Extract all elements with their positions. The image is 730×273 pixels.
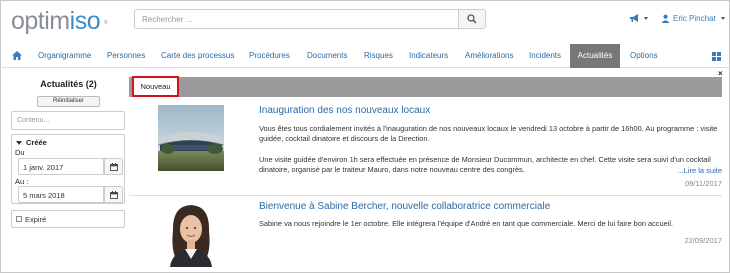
chevron-down-icon — [720, 17, 725, 20]
header: optimiso ® Rechercher ... Eric Pinchat — [2, 2, 729, 40]
nav-ameliorations[interactable]: Améliorations — [465, 44, 513, 68]
nav-procedures[interactable]: Procédures — [249, 44, 290, 68]
news-item: Inauguration des nos nouveaux locaux Vou… — [129, 105, 722, 191]
calendar-icon — [109, 162, 118, 171]
to-calendar-button[interactable] — [104, 186, 123, 203]
created-section-toggle[interactable]: Créée — [16, 138, 47, 147]
logo[interactable]: optimiso ® — [11, 7, 108, 35]
user-icon — [661, 14, 670, 23]
news-paragraph: Sabine va nous rejoindre le 1er octobre.… — [259, 219, 674, 228]
news-divider — [129, 195, 722, 196]
from-calendar-button[interactable] — [104, 158, 123, 175]
nav-personnes[interactable]: Personnes — [107, 44, 145, 68]
from-label: Du — [15, 148, 25, 157]
from-date-input[interactable]: 1 janv. 2017 — [18, 158, 104, 175]
expired-checkbox[interactable] — [16, 216, 22, 222]
nav-actualites[interactable]: Actualités — [570, 44, 620, 68]
search-icon — [467, 14, 477, 24]
expired-label: Expiré — [25, 215, 47, 224]
nav-organigramme[interactable]: Organigramme — [38, 44, 91, 68]
search-input[interactable]: Rechercher ... — [134, 9, 458, 29]
news-date: 09/11/2017 — [685, 179, 722, 188]
news-title[interactable]: Inauguration des nos nouveaux locaux — [259, 105, 430, 116]
news-tab-bar — [129, 77, 722, 97]
news-image-portrait[interactable] — [158, 201, 224, 267]
sidebar-title: Actualités (2) — [40, 79, 97, 89]
app-window: optimiso ® Rechercher ... Eric Pinchat Or… — [0, 0, 730, 273]
nav-incidents[interactable]: Incidents — [529, 44, 561, 68]
user-name: Eric Pinchat — [673, 14, 716, 23]
portrait-photo — [158, 201, 224, 267]
reset-button[interactable]: Réinitialiser — [37, 96, 100, 107]
expired-filter: Expiré — [11, 210, 125, 228]
content-filter-input[interactable]: Contenu... — [11, 111, 125, 130]
nav-risques[interactable]: Risques — [364, 44, 393, 68]
building-photo — [158, 105, 224, 171]
notifications-menu[interactable] — [630, 14, 648, 22]
news-title[interactable]: Bienvenue à Sabine Bercher, nouvelle col… — [259, 201, 550, 212]
news-paragraph: Vous êtes tous cordialement invités à l'… — [259, 124, 718, 143]
news-item: Bienvenue à Sabine Bercher, nouvelle col… — [129, 201, 722, 269]
read-more-link[interactable]: ...Lire la suite — [674, 166, 722, 175]
user-menu[interactable]: Eric Pinchat — [661, 14, 725, 23]
nav-carte-processus[interactable]: Carte des processus — [161, 44, 234, 68]
news-date: 22/09/2017 — [684, 236, 722, 245]
to-date-input[interactable]: 5 mars 2018 — [18, 186, 104, 203]
chevron-down-icon — [644, 16, 648, 20]
nav-indicateurs[interactable]: Indicateurs — [409, 44, 448, 68]
news-paragraph: Une visite guidée d'environ 1h sera effe… — [259, 155, 711, 174]
news-image-building[interactable] — [158, 105, 224, 171]
search-button[interactable] — [458, 9, 486, 29]
nav-documents[interactable]: Documents — [307, 44, 347, 68]
grid-icon[interactable] — [712, 52, 721, 61]
main-nav: Organigramme Personnes Carte des process… — [2, 44, 729, 68]
calendar-icon — [109, 190, 118, 199]
megaphone-icon — [630, 14, 638, 22]
created-date-filter: Créée Du 1 janv. 2017 Au : 5 mars 2018 — [11, 134, 125, 204]
tab-nouveau[interactable]: Nouveau — [132, 76, 179, 97]
created-label: Créée — [26, 138, 47, 147]
to-label: Au : — [15, 177, 29, 186]
home-icon[interactable] — [12, 51, 22, 60]
nav-options[interactable]: Options — [630, 44, 658, 68]
caret-down-icon — [16, 140, 22, 145]
